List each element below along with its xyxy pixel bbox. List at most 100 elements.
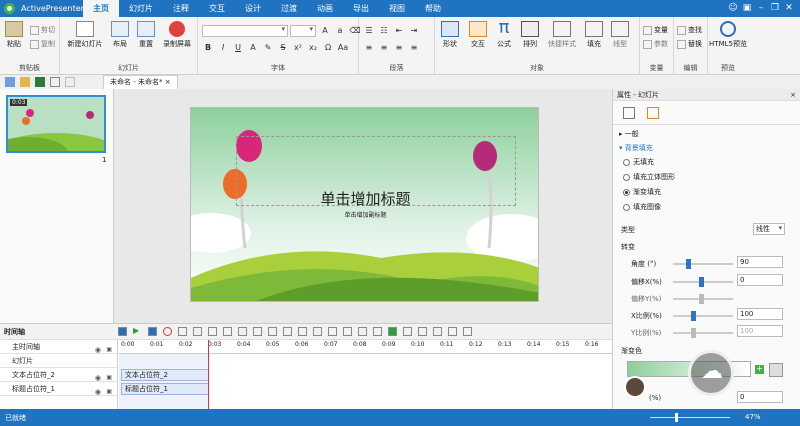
scale-y-slider-knob[interactable]: [691, 328, 696, 338]
slide-title[interactable]: 单击增加标题: [191, 188, 538, 209]
open-folder-icon[interactable]: [20, 77, 30, 87]
bold-icon[interactable]: B: [202, 43, 214, 52]
timeline-track-area[interactable]: [119, 354, 208, 410]
highlight-icon[interactable]: ✎: [262, 43, 274, 52]
tab-interaction[interactable]: 交互: [199, 0, 235, 17]
font-family-select[interactable]: [202, 25, 288, 37]
fill-option-solid[interactable]: 填充立体图形: [623, 172, 675, 182]
tab-export[interactable]: 导出: [343, 0, 379, 17]
timeline-ruler[interactable]: 0:00 0:01 0:02 0:03 0:04 0:05 0:06 0:07 …: [119, 340, 612, 354]
align-right-icon[interactable]: ≡: [393, 43, 405, 52]
html5-preview-button[interactable]: HTML5预览: [708, 21, 748, 49]
zoom-slider[interactable]: [650, 417, 730, 418]
offset-x-slider[interactable]: [673, 277, 733, 287]
align-center-icon[interactable]: ≡: [378, 43, 390, 52]
delete-range-icon[interactable]: [268, 327, 277, 336]
panel-close-icon[interactable]: ×: [790, 89, 796, 101]
play-icon[interactable]: ▶: [133, 327, 142, 336]
offset-y-slider[interactable]: [673, 294, 733, 304]
reset-button[interactable]: 重置: [136, 21, 156, 49]
tab-design[interactable]: 设计: [235, 0, 271, 17]
cloud-icon[interactable]: [688, 350, 734, 396]
radio-solid[interactable]: [623, 173, 630, 181]
angle-input[interactable]: 90: [737, 256, 783, 268]
arrange-button[interactable]: 排列: [519, 21, 541, 49]
radio-gradient[interactable]: [623, 188, 630, 196]
font-color-icon[interactable]: A: [247, 43, 259, 52]
refresh-icon[interactable]: [433, 327, 442, 336]
line-button[interactable]: 线型: [609, 21, 631, 49]
italic-icon[interactable]: I: [217, 43, 229, 52]
numbered-list-icon[interactable]: ☷: [378, 26, 390, 35]
scale-y-input[interactable]: 100: [737, 325, 783, 337]
quick-style-button[interactable]: 快捷样式: [545, 21, 579, 49]
slide[interactable]: 单击增加标题 单击增加副标题: [190, 107, 539, 302]
underline-icon[interactable]: U: [232, 43, 244, 52]
bullet-list-icon[interactable]: ☰: [363, 26, 375, 35]
general-section[interactable]: ▸ 一般: [619, 129, 639, 139]
settings-icon[interactable]: [403, 327, 412, 336]
redo-icon[interactable]: [65, 77, 75, 87]
minimize-icon[interactable]: –: [754, 0, 768, 17]
slide-subtitle[interactable]: 单击增加副标题: [191, 210, 538, 219]
param-button[interactable]: 参数: [643, 39, 668, 49]
gradient-type-select[interactable]: 线性: [753, 223, 785, 235]
replace-button[interactable]: 替换: [677, 39, 702, 49]
caption-icon[interactable]: [388, 327, 397, 336]
layout-button[interactable]: 布局: [110, 21, 130, 49]
tab-view[interactable]: 视图: [379, 0, 415, 17]
timeline-row-text[interactable]: 文本占位符_2 ◉ ▣: [0, 368, 117, 382]
superscript-icon[interactable]: x²: [292, 43, 304, 52]
stop-icon[interactable]: [148, 327, 157, 336]
scale-x-slider[interactable]: [673, 311, 733, 321]
tab-slides[interactable]: 幻灯片: [119, 0, 163, 17]
lock-icon[interactable]: [448, 327, 457, 336]
cut-range-icon[interactable]: [238, 327, 247, 336]
timeline-row-main[interactable]: 主时间轴 ◉ ▣: [0, 340, 117, 354]
close-icon[interactable]: ✕: [782, 0, 796, 17]
marker-icon[interactable]: [418, 327, 427, 336]
bg-fill-section[interactable]: ▾ 背景填充: [619, 143, 653, 153]
new-file-icon[interactable]: [5, 77, 15, 87]
new-slide-button[interactable]: 新建幻灯片: [64, 21, 106, 49]
zoom-out-icon[interactable]: [193, 327, 202, 336]
scale-x-input[interactable]: 100: [737, 308, 783, 320]
document-tab[interactable]: 未命名 - 未命名* ×: [103, 75, 178, 89]
strikethrough-icon[interactable]: S: [277, 43, 289, 52]
decrease-indent-icon[interactable]: ⇤: [393, 26, 405, 35]
speed-icon[interactable]: [313, 327, 322, 336]
audio-icon[interactable]: [328, 327, 337, 336]
variable-button[interactable]: 变量: [643, 25, 668, 35]
font-size-select[interactable]: [290, 25, 316, 37]
copy-button[interactable]: 复制: [30, 39, 55, 49]
noise-icon[interactable]: [373, 327, 382, 336]
timeline-row-slide[interactable]: 幻灯片: [0, 354, 117, 368]
case-icon[interactable]: Aa: [337, 43, 349, 52]
add-stop-icon[interactable]: +: [755, 365, 764, 374]
scale-x-slider-knob[interactable]: [691, 311, 696, 321]
timeline-playhead[interactable]: [208, 340, 209, 410]
freeze-icon[interactable]: [298, 327, 307, 336]
undo-icon[interactable]: [50, 77, 60, 87]
slide-thumbnail[interactable]: 0:03: [6, 95, 106, 153]
timeline-row-title[interactable]: 标题占位符_1 ◉ ▣: [0, 382, 117, 396]
record-screen-button[interactable]: 录制屏幕: [160, 21, 194, 49]
tab-transition[interactable]: 过渡: [271, 0, 307, 17]
properties-star-icon[interactable]: [647, 106, 659, 119]
tab-animation[interactable]: 动画: [307, 0, 343, 17]
align-left-icon[interactable]: ≡: [363, 43, 375, 52]
stop-position-input[interactable]: 0: [737, 391, 783, 403]
radio-image[interactable]: [623, 203, 630, 211]
tab-close-icon[interactable]: ×: [165, 78, 171, 86]
paste-button[interactable]: 粘贴: [4, 21, 24, 49]
fill-button[interactable]: 填充: [583, 21, 605, 49]
crop-icon[interactable]: [253, 327, 262, 336]
avatar[interactable]: [624, 376, 646, 398]
tab-help[interactable]: 帮助: [415, 0, 451, 17]
subscript-icon[interactable]: x₂: [307, 43, 319, 52]
insert-time-icon[interactable]: [283, 327, 292, 336]
ribbon-toggle-icon[interactable]: ▣: [740, 0, 754, 17]
record-icon[interactable]: [163, 327, 172, 336]
shape-button[interactable]: 形状: [439, 21, 461, 49]
zoom-in-icon[interactable]: [178, 327, 187, 336]
